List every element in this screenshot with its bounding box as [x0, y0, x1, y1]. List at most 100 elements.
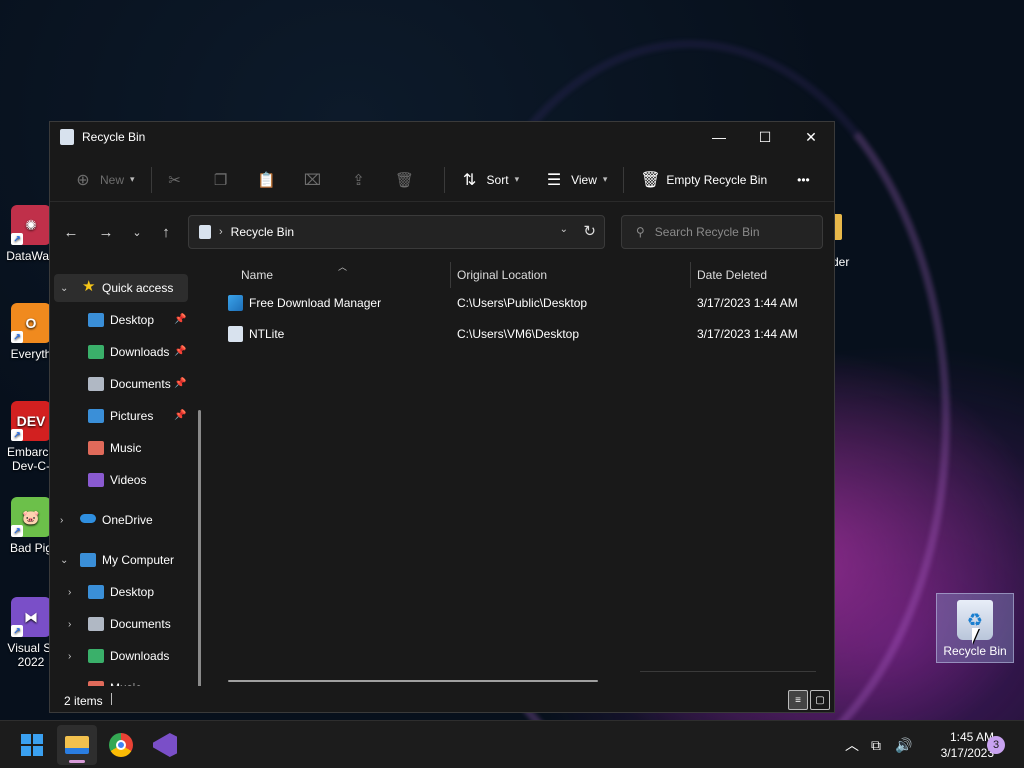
column-header-name[interactable]: Name	[241, 260, 273, 290]
command-bar: ⊕ New ▾ ✂ ❐ 📋 ⌧ ⇪ 🗑 ⇅ Sort ▾ ☰ View ▾ 🗑 …	[50, 158, 834, 202]
table-row[interactable]: Free Download Manager C:\Users\Public\De…	[228, 290, 828, 316]
shortcut-arrow-icon: ↗	[11, 625, 23, 637]
sidebar-item-label: Pictures	[110, 409, 154, 423]
minimize-button[interactable]: —	[696, 122, 742, 152]
computer-icon	[80, 553, 96, 567]
view-icon: ☰	[546, 171, 562, 189]
music-icon	[88, 441, 104, 455]
details-view-icon[interactable]: ≡	[788, 690, 808, 710]
file-explorer-icon	[65, 736, 89, 754]
forward-arrow-icon[interactable]: →	[92, 215, 120, 249]
search-input[interactable]	[654, 225, 805, 239]
large-icons-view-icon[interactable]: ▢	[810, 690, 830, 710]
clock[interactable]: 1:45 AM 3/17/2023	[922, 729, 994, 761]
refresh-icon[interactable]: ↻	[583, 222, 596, 240]
shortcut-file-icon	[228, 326, 243, 342]
status-divider	[111, 693, 112, 705]
table-row[interactable]: NTLite C:\Users\VM6\Desktop 3/17/2023 1:…	[228, 321, 828, 347]
trash-icon: 🗑	[640, 171, 661, 189]
cut-icon[interactable]: ✂	[160, 163, 190, 197]
network-icon[interactable]: ⧉	[871, 721, 881, 768]
sidebar-item-music[interactable]: › Music	[50, 674, 188, 686]
file-original-location: C:\Users\VM6\Desktop	[457, 327, 580, 341]
sidebar-item-desktop[interactable]: › Desktop	[50, 578, 188, 606]
taskbar: ︿ ⧉ 🔊 1:45 AM 3/17/2023	[0, 720, 1024, 768]
sort-button[interactable]: ⇅ Sort ▾	[453, 163, 528, 197]
sidebar-item-documents[interactable]: Documents 📌	[50, 370, 188, 398]
app-icon: O ↗	[11, 303, 51, 343]
sidebar-item-downloads[interactable]: › Downloads	[50, 642, 188, 670]
sidebar-item-downloads[interactable]: Downloads 📌	[50, 338, 188, 366]
file-name: Free Download Manager	[249, 296, 382, 310]
recycle-bin-icon	[60, 129, 74, 145]
file-explorer-window: Recycle Bin — ☐ ✕ ⊕ New ▾ ✂ ❐ 📋 ⌧ ⇪ 🗑 ⇅ …	[49, 121, 835, 713]
sidebar-item-videos[interactable]: Videos	[50, 466, 188, 494]
chevron-right-icon: ›	[68, 683, 71, 687]
sort-icon: ⇅	[462, 171, 477, 189]
start-button[interactable]	[12, 725, 52, 765]
sidebar-item-label: Music	[110, 681, 141, 686]
paste-icon[interactable]: 📋	[252, 163, 282, 197]
pin-icon: 📌	[174, 410, 187, 421]
chevron-right-icon: ›	[60, 514, 64, 526]
chevron-right-icon: ›	[68, 586, 72, 598]
column-header-original-location[interactable]: Original Location	[457, 260, 547, 290]
horizontal-scrollbar[interactable]	[228, 680, 598, 682]
sidebar-item-label: Documents	[110, 377, 171, 391]
address-history-chevron-icon[interactable]: ⌄	[560, 224, 568, 235]
free-download-manager-icon	[228, 295, 243, 311]
view-button[interactable]: ☰ View ▾	[537, 163, 615, 197]
chevron-down-icon: ▾	[514, 174, 520, 184]
show-hidden-icons-icon[interactable]: ︿	[845, 721, 859, 768]
sidebar-item-my-computer[interactable]: ⌄ My Computer	[50, 546, 188, 574]
title-bar[interactable]: Recycle Bin — ☐ ✕	[50, 122, 834, 152]
sidebar-item-documents[interactable]: › Documents	[50, 610, 188, 638]
sidebar-item-pictures[interactable]: Pictures 📌	[50, 402, 188, 430]
shortcut-arrow-icon: ↗	[11, 331, 23, 343]
volume-icon[interactable]: 🔊	[895, 721, 912, 768]
desktop-recycle-bin-label: Recycle Bin	[943, 644, 1007, 658]
more-options-button[interactable]: •••	[789, 163, 818, 197]
chevron-down-icon: ⌄	[60, 282, 69, 294]
recent-locations-chevron-icon[interactable]: ⌄	[123, 215, 151, 249]
chevron-right-icon: ›	[68, 650, 72, 662]
share-icon[interactable]: ⇪	[344, 163, 374, 197]
sidebar-scrollbar[interactable]	[198, 410, 201, 686]
scroll-track	[640, 671, 816, 672]
sidebar-item-music[interactable]: Music	[50, 434, 188, 462]
view-label: View	[571, 172, 597, 187]
sidebar-item-label: Quick access	[102, 281, 174, 295]
sidebar-item-label: OneDrive	[102, 513, 153, 527]
column-header-date-deleted[interactable]: Date Deleted	[697, 260, 767, 290]
notification-badge[interactable]: 3	[987, 736, 1005, 754]
empty-recycle-bin-button[interactable]: 🗑 Empty Recycle Bin	[632, 163, 775, 197]
maximize-button[interactable]: ☐	[742, 122, 788, 152]
back-arrow-icon[interactable]: ←	[57, 215, 85, 249]
sidebar-item-desktop[interactable]: Desktop 📌	[50, 306, 188, 334]
file-date-deleted: 3/17/2023 1:44 AM	[697, 327, 798, 341]
sidebar-item-label: Desktop	[110, 313, 155, 327]
taskbar-visual-studio[interactable]	[145, 725, 185, 765]
mouse-cursor	[972, 628, 979, 644]
address-bar[interactable]: › Recycle Bin ⌄ ↻	[188, 215, 605, 249]
column-divider[interactable]	[450, 262, 451, 288]
close-button[interactable]: ✕	[788, 122, 834, 152]
copy-icon[interactable]: ❐	[206, 163, 236, 197]
pin-icon: 📌	[174, 346, 187, 357]
new-button[interactable]: ⊕ New ▾	[66, 163, 143, 197]
breadcrumb-recycle-bin[interactable]: Recycle Bin	[231, 225, 294, 239]
search-icon: ⚲	[636, 225, 645, 239]
taskbar-chrome[interactable]	[101, 725, 141, 765]
sidebar-item-quick-access[interactable]: ⌄ ★ Quick access	[54, 274, 188, 302]
music-icon	[88, 681, 104, 686]
rename-icon[interactable]: ⌧	[298, 163, 328, 197]
column-divider[interactable]	[690, 262, 691, 288]
item-count: 2 items	[64, 694, 103, 708]
sidebar-item-onedrive[interactable]: › OneDrive	[50, 506, 188, 534]
chevron-down-icon: ⌄	[60, 554, 69, 566]
search-box[interactable]: ⚲	[621, 215, 823, 249]
up-arrow-icon[interactable]: ↑	[152, 215, 180, 249]
app-icon: 🐷 ↗	[11, 497, 51, 537]
delete-icon[interactable]: 🗑	[390, 163, 420, 197]
taskbar-file-explorer[interactable]	[57, 725, 97, 765]
